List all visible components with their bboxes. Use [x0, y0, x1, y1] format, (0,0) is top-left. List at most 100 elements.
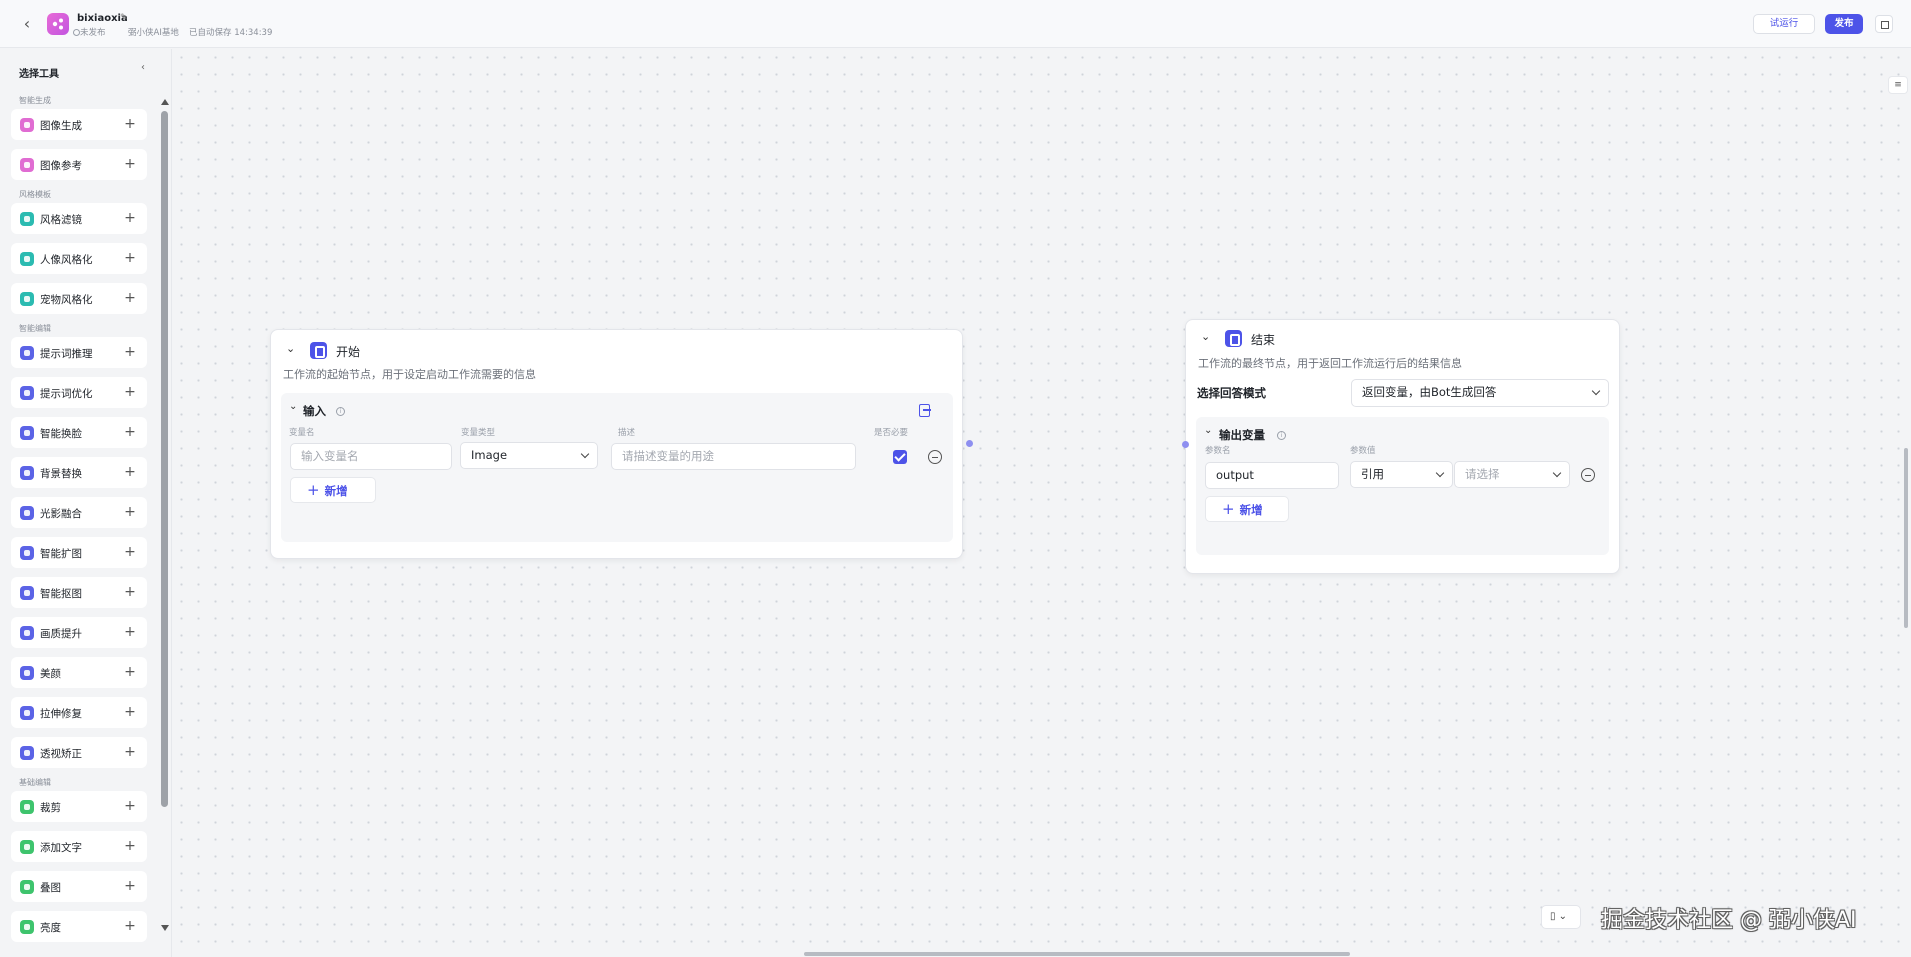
tool-item[interactable]: 智能扩图 +	[11, 537, 147, 568]
add-tool-plus-icon[interactable]: +	[121, 115, 139, 133]
tool-item[interactable]: 光影融合 +	[11, 497, 147, 528]
tool-item[interactable]: 透视矫正 +	[11, 737, 147, 768]
tool-item[interactable]: 亮度 +	[11, 911, 147, 942]
tool-item[interactable]: 图像生成 +	[11, 109, 147, 140]
add-tool-plus-icon[interactable]: +	[121, 249, 139, 267]
tool-item[interactable]: 美颜 +	[11, 657, 147, 688]
back-icon[interactable]: ‹	[18, 15, 36, 33]
collapse-chevron-icon[interactable]: ⌄	[289, 401, 297, 412]
tool-item[interactable]: 背景替换 +	[11, 457, 147, 488]
add-tool-plus-icon[interactable]: +	[121, 289, 139, 307]
add-tool-plus-icon[interactable]: +	[121, 343, 139, 361]
zoom-control[interactable]: ▯ ⌄	[1541, 905, 1581, 929]
add-output-button[interactable]: + 新增	[1205, 496, 1289, 522]
start-node-icon	[310, 342, 327, 359]
scroll-up-arrow-icon[interactable]	[161, 99, 169, 105]
tool-item[interactable]: 智能抠图 +	[11, 577, 147, 608]
test-run-button[interactable]: 试运行	[1753, 14, 1815, 34]
add-tool-plus-icon[interactable]: +	[121, 663, 139, 681]
column-header-description: 描述	[618, 428, 636, 438]
param-value-select[interactable]: 请选择	[1454, 461, 1570, 488]
input-settings-icon[interactable]	[918, 403, 932, 417]
sidebar-scrollbar[interactable]	[160, 99, 169, 931]
tool-item[interactable]: 人像风格化 +	[11, 243, 147, 274]
column-header-name: 变量名	[289, 428, 315, 438]
add-tool-plus-icon[interactable]: +	[121, 917, 139, 935]
add-tool-plus-icon[interactable]: +	[121, 543, 139, 561]
canvas-horizontal-scrollbar[interactable]	[804, 952, 1350, 956]
add-tool-plus-icon[interactable]: +	[121, 797, 139, 815]
end-input-port[interactable]	[1182, 441, 1189, 448]
remove-row-icon[interactable]	[928, 450, 942, 464]
tool-label: 提示词优化	[40, 388, 93, 400]
add-tool-plus-icon[interactable]: +	[121, 837, 139, 855]
tool-icon	[20, 626, 34, 640]
end-node[interactable]: ⌄ 结束 工作流的最终节点，用于返回工作流运行后的结果信息 选择回答模式 返回变…	[1185, 319, 1620, 574]
param-ref-select[interactable]: 引用	[1350, 461, 1453, 488]
tool-icon	[20, 586, 34, 600]
add-tool-plus-icon[interactable]: +	[121, 623, 139, 641]
edit-icon[interactable]: ✎	[120, 13, 128, 23]
tool-item[interactable]: 画质提升 +	[11, 617, 147, 648]
tool-icon	[20, 466, 34, 480]
variable-name-input[interactable]: 输入变量名	[290, 443, 452, 470]
param-value-placeholder: 请选择	[1465, 467, 1500, 481]
collapse-chevron-icon[interactable]: ⌄	[1201, 330, 1210, 343]
tool-icon	[20, 386, 34, 400]
node-description: 工作流的起始节点，用于设定启动工作流需要的信息	[283, 368, 536, 381]
column-header-param-name: 参数名	[1205, 446, 1231, 456]
tool-icon	[20, 546, 34, 560]
required-checkbox[interactable]	[893, 450, 907, 464]
param-ref-value: 引用	[1361, 467, 1384, 481]
remove-row-icon[interactable]	[1581, 468, 1595, 482]
collapse-sidebar-icon[interactable]: ‹	[136, 61, 150, 75]
add-tool-plus-icon[interactable]: +	[121, 503, 139, 521]
tool-item[interactable]: 拉伸修复 +	[11, 697, 147, 728]
canvas-vertical-scrollbar[interactable]	[1904, 448, 1908, 628]
tool-item[interactable]: 提示词优化 +	[11, 377, 147, 408]
add-tool-plus-icon[interactable]: +	[121, 423, 139, 441]
add-tool-plus-icon[interactable]: +	[121, 583, 139, 601]
add-tool-plus-icon[interactable]: +	[121, 703, 139, 721]
node-title: 开始	[336, 345, 361, 359]
collapse-chevron-icon[interactable]: ⌄	[1204, 425, 1212, 436]
answer-mode-select[interactable]: 返回变量，由Bot生成回答	[1351, 379, 1609, 407]
tool-icon	[20, 840, 34, 854]
add-tool-plus-icon[interactable]: +	[121, 155, 139, 173]
variable-type-select[interactable]: Image	[460, 442, 598, 469]
start-node[interactable]: ⌄ 开始 工作流的起始节点，用于设定启动工作流需要的信息 ⌄ 输入 i 变量名 …	[270, 329, 963, 559]
add-tool-plus-icon[interactable]: +	[121, 209, 139, 227]
add-tool-plus-icon[interactable]: +	[121, 463, 139, 481]
tool-label: 叠图	[40, 882, 61, 894]
tool-item[interactable]: 智能换脸 +	[11, 417, 147, 448]
start-output-port[interactable]	[966, 440, 973, 447]
tool-icon	[20, 252, 34, 266]
tool-item[interactable]: 叠图 +	[11, 871, 147, 902]
tool-item[interactable]: 提示词推理 +	[11, 337, 147, 368]
tool-icon	[20, 746, 34, 760]
panel-toggle-icon[interactable]: ≡	[1888, 76, 1908, 94]
tool-item[interactable]: 风格滤镜 +	[11, 203, 147, 234]
window-icon[interactable]	[1875, 15, 1893, 33]
add-tool-plus-icon[interactable]: +	[121, 743, 139, 761]
tool-label: 智能扩图	[40, 548, 82, 560]
tool-label: 提示词推理	[40, 348, 93, 360]
scroll-thumb[interactable]	[161, 111, 168, 807]
publish-button[interactable]: 发布	[1825, 14, 1863, 34]
workflow-canvas[interactable]: ⌄ 开始 工作流的起始节点，用于设定启动工作流需要的信息 ⌄ 输入 i 变量名 …	[173, 49, 1911, 957]
param-name-input[interactable]: output	[1205, 462, 1339, 489]
variable-description-input[interactable]: 请描述变量的用途	[611, 443, 856, 470]
sidebar-section-label: 智能生成	[19, 96, 51, 105]
tool-item[interactable]: 宠物风格化 +	[11, 283, 147, 314]
add-input-button[interactable]: + 新增	[290, 477, 376, 503]
tool-item[interactable]: 裁剪 +	[11, 791, 147, 822]
add-tool-plus-icon[interactable]: +	[121, 383, 139, 401]
tool-item[interactable]: 添加文字 +	[11, 831, 147, 862]
add-tool-plus-icon[interactable]: +	[121, 877, 139, 895]
chevron-down-icon	[1435, 468, 1445, 478]
collapse-chevron-icon[interactable]: ⌄	[286, 342, 295, 355]
tool-item[interactable]: 图像参考 +	[11, 149, 147, 180]
scroll-down-arrow-icon[interactable]	[161, 925, 169, 931]
output-section-title: 输出变量	[1219, 428, 1265, 442]
node-title: 结束	[1251, 333, 1276, 347]
